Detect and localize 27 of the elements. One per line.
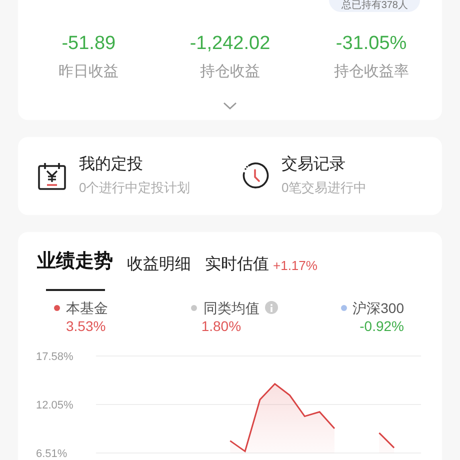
legend-value: 3.53%	[65, 316, 106, 334]
y-axis-label: 12.05%	[36, 398, 74, 411]
tab[interactable]: 业绩走势	[37, 248, 113, 290]
chevron-down-icon[interactable]	[223, 102, 237, 110]
info-icon[interactable]	[265, 301, 278, 314]
legend-value: 1.80%	[200, 316, 242, 334]
holders-badge: 总已持有378人	[329, 0, 420, 12]
tab[interactable]: 收益明细	[127, 252, 191, 290]
estimate-change: +1.17%	[273, 256, 318, 274]
stat-label: 昨日收益	[58, 62, 119, 82]
stat-label: 持仓收益率	[334, 62, 409, 82]
shortcut-title[interactable]: 我的定投	[79, 155, 190, 175]
legend-label: 沪深300	[352, 298, 404, 316]
shortcut-title[interactable]: 交易记录	[282, 155, 367, 175]
stat-value: -51.89	[62, 32, 116, 56]
calendar-yen-icon	[37, 161, 67, 191]
legend-value: -0.92%	[360, 316, 404, 334]
y-axis-label: 6.51%	[36, 448, 68, 460]
y-axis-label: 17.58%	[36, 350, 74, 362]
shortcut-subtitle: 0笔交易进行中	[282, 179, 367, 197]
shortcut-subtitle: 0个进行中定投计划	[79, 179, 190, 197]
stat-value: -1,242.02	[190, 32, 270, 56]
legend-label: 本基金	[66, 298, 108, 316]
legend-label: 同类均值	[203, 298, 260, 316]
stat-value: -31.05%	[336, 32, 407, 56]
tab[interactable]: 实时估值	[205, 252, 269, 290]
stat-label: 持仓收益	[200, 62, 260, 82]
